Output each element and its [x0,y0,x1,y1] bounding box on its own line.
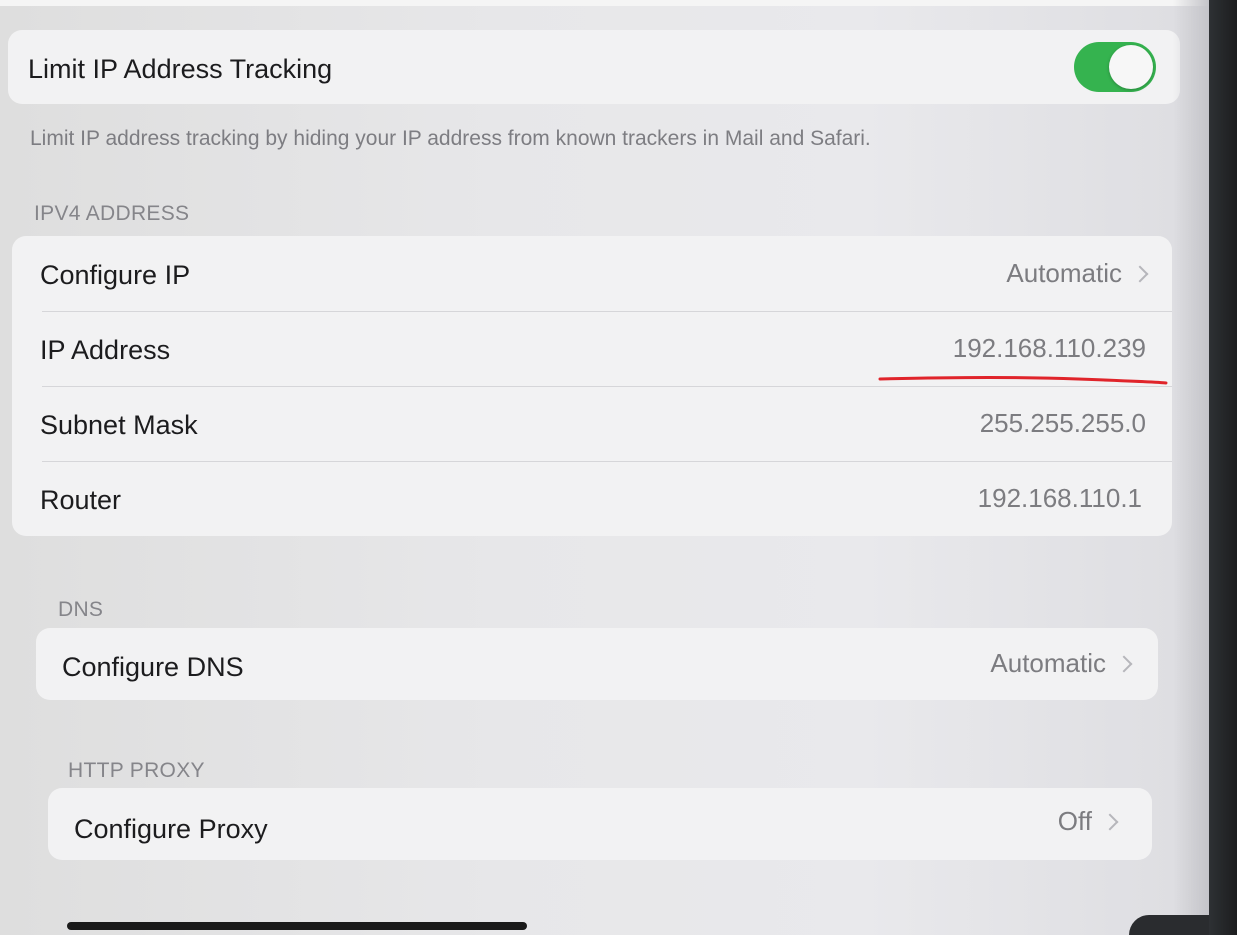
limit-ip-label: Limit IP Address Tracking [28,54,333,84]
configure-proxy-label: Configure Proxy [74,814,268,844]
limit-ip-row: Limit IP Address Tracking [8,30,1180,104]
home-indicator[interactable] [67,922,527,930]
red-underline-annotation [878,376,1168,385]
router-value: 192.168.110.1 [977,483,1142,513]
subnet-mask-row: Subnet Mask 255.255.255.0 [12,386,1172,461]
subnet-mask-value: 255.255.255.0 [979,408,1146,438]
limit-ip-footer: Limit IP address tracking by hiding your… [30,127,871,150]
proxy-section-header: HTTP PROXY [68,759,205,782]
configure-dns-row[interactable]: Configure DNS Automatic [36,628,1158,700]
router-label: Router [40,485,122,515]
configure-ip-label: Configure IP [40,260,191,290]
chevron-right-icon [1131,265,1149,282]
ip-address-value: 192.168.110.239 [952,333,1146,363]
toggle-knob [1109,45,1153,89]
chevron-right-icon [1115,655,1133,672]
settings-screen: Limit IP Address Tracking Limit IP addre… [0,0,1237,935]
ip-address-label: IP Address [40,335,171,365]
limit-ip-group: Limit IP Address Tracking [8,30,1180,104]
configure-ip-value-text: Automatic [1006,258,1122,288]
configure-dns-label: Configure DNS [62,652,244,682]
configure-dns-value-text: Automatic [990,648,1106,678]
ipv4-section-header: IPV4 ADDRESS [34,202,190,225]
device-bezel [1209,0,1237,935]
dns-group: Configure DNS Automatic [36,628,1158,700]
configure-proxy-value: Off [1058,806,1122,837]
proxy-group: Configure Proxy Off [48,788,1152,860]
router-row: Router 192.168.110.1 [12,461,1172,536]
configure-proxy-row[interactable]: Configure Proxy Off [48,788,1152,860]
configure-ip-row[interactable]: Configure IP Automatic [12,236,1172,311]
device-corner [1129,915,1209,935]
chevron-right-icon [1101,813,1119,830]
limit-ip-toggle[interactable] [1074,42,1156,92]
configure-proxy-value-text: Off [1057,806,1092,836]
subnet-mask-label: Subnet Mask [40,410,198,440]
top-edge [0,0,1237,6]
screen-edge-shadow [1173,0,1209,935]
configure-ip-value: Automatic [1006,258,1152,289]
configure-dns-value: Automatic [990,648,1136,679]
dns-section-header: DNS [58,598,104,621]
